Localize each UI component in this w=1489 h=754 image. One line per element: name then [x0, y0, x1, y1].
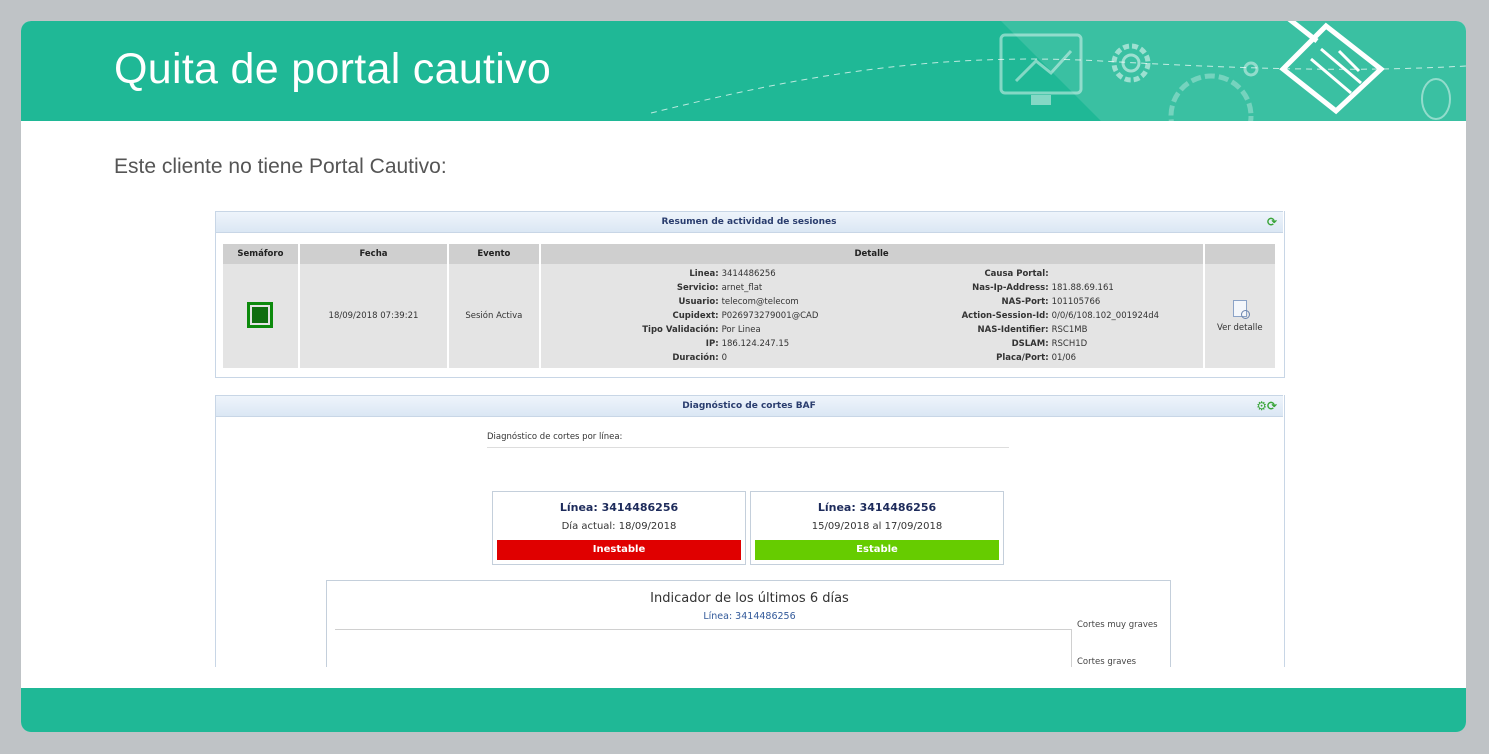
detail-value: 01/06 [1051, 352, 1077, 363]
screenshot-embed: Resumen de actividad de sesiones ⟳ Semáf… [215, 211, 1285, 667]
chart-title: Indicador de los últimos 6 días [650, 591, 849, 606]
green-status-icon [247, 301, 274, 328]
indicator-chart: Indicador de los últimos 6 días Línea: 3… [326, 580, 1171, 667]
detail-value: 181.88.69.161 [1051, 282, 1114, 293]
detail-key: Usuario: [678, 296, 719, 307]
card-date: Día actual: 18/09/2018 [561, 521, 677, 532]
col-evento: Evento [449, 244, 539, 264]
divider [487, 447, 1009, 448]
detail-key: Linea: [689, 268, 719, 279]
detail-key: NAS-Port: [1001, 296, 1049, 307]
detail-key: Causa Portal: [984, 268, 1049, 279]
slide-title: Quita de portal cautivo [114, 45, 552, 93]
diagnostic-label: Diagnóstico de cortes por línea: [487, 432, 623, 442]
slide: Quita de portal cautivo Este cliente no … [21, 21, 1466, 732]
actions-cell: Ver detalle [1204, 264, 1275, 368]
detail-key: NAS-Identifier: [977, 324, 1049, 335]
legend-item: Cortes muy graves [1077, 620, 1158, 630]
detail-key: DSLAM: [1011, 338, 1049, 349]
detail-key: Servicio: [676, 282, 719, 293]
detail-value: RSCH1D [1051, 338, 1088, 349]
detail-grid: Linea: 3414486256 Causa Portal: Servicio:… [542, 268, 1202, 365]
card-line: Línea: 3414486256 [817, 501, 937, 514]
chart-subtitle: Línea: 3414486256 [703, 611, 796, 622]
detail-value: 0/0/6/108.102_001924d4 [1051, 310, 1160, 321]
detail-value: 3414486256 [721, 268, 776, 279]
detail-value: telecom@telecom [721, 296, 799, 307]
detail-key: IP: [705, 338, 719, 349]
col-actions [1204, 244, 1275, 264]
table-row: 18/09/2018 07:39:21 Sesión Activa Linea:… [223, 264, 1275, 368]
detail-value: arnet_flat [721, 282, 763, 293]
slide-footer [21, 688, 1466, 732]
col-fecha: Fecha [299, 244, 448, 264]
stable-card: Línea: 3414486256 15/09/2018 al 17/09/20… [750, 491, 1004, 565]
ver-detalle-label: Ver detalle [1216, 322, 1263, 333]
col-semaforo: Semáforo [223, 244, 298, 264]
detail-value [1052, 268, 1202, 281]
detail-value: 0 [721, 352, 728, 363]
card-line: Línea: 3414486256 [559, 501, 679, 514]
detail-value: RSC1MB [1051, 324, 1088, 335]
detail-value: Por Linea [721, 324, 761, 335]
detail-key: Tipo Validación: [642, 324, 719, 335]
col-detalle: Detalle [540, 244, 1203, 264]
detail-key: Action-Session-Id: [961, 310, 1049, 321]
detail-key: Placa/Port: [996, 352, 1049, 363]
detail-key: Duración: [672, 352, 719, 363]
detail-value: P026973279001@CAD [721, 310, 819, 321]
fecha-cell: 18/09/2018 07:39:21 [299, 264, 448, 368]
status-badge: Estable [755, 540, 999, 560]
detalle-cell: Linea: 3414486256 Causa Portal: Servicio:… [540, 264, 1203, 368]
detail-value: 101105766 [1051, 296, 1101, 307]
document-search-icon [1232, 299, 1250, 319]
card-date: 15/09/2018 al 17/09/2018 [811, 521, 943, 532]
status-badge: Inestable [497, 540, 741, 560]
slide-subtitle: Este cliente no tiene Portal Cautivo: [114, 155, 447, 178]
grid-line [335, 629, 1071, 630]
ver-detalle-button[interactable]: Ver detalle [1206, 299, 1274, 333]
sessions-table: Semáforo Fecha Evento Detalle 18/09/2018… [221, 244, 1277, 368]
detail-key: Nas-Ip-Address: [972, 282, 1049, 293]
slide-header: Quita de portal cautivo [21, 21, 1466, 121]
evento-cell: Sesión Activa [449, 264, 539, 368]
legend-item: Cortes graves [1077, 657, 1137, 667]
grid-line [1071, 629, 1072, 667]
unstable-card: Línea: 3414486256 Día actual: 18/09/2018… [492, 491, 746, 565]
semaforo-cell [223, 264, 298, 368]
detail-key: Cupidext: [672, 310, 719, 321]
detail-value: 186.124.247.15 [721, 338, 790, 349]
